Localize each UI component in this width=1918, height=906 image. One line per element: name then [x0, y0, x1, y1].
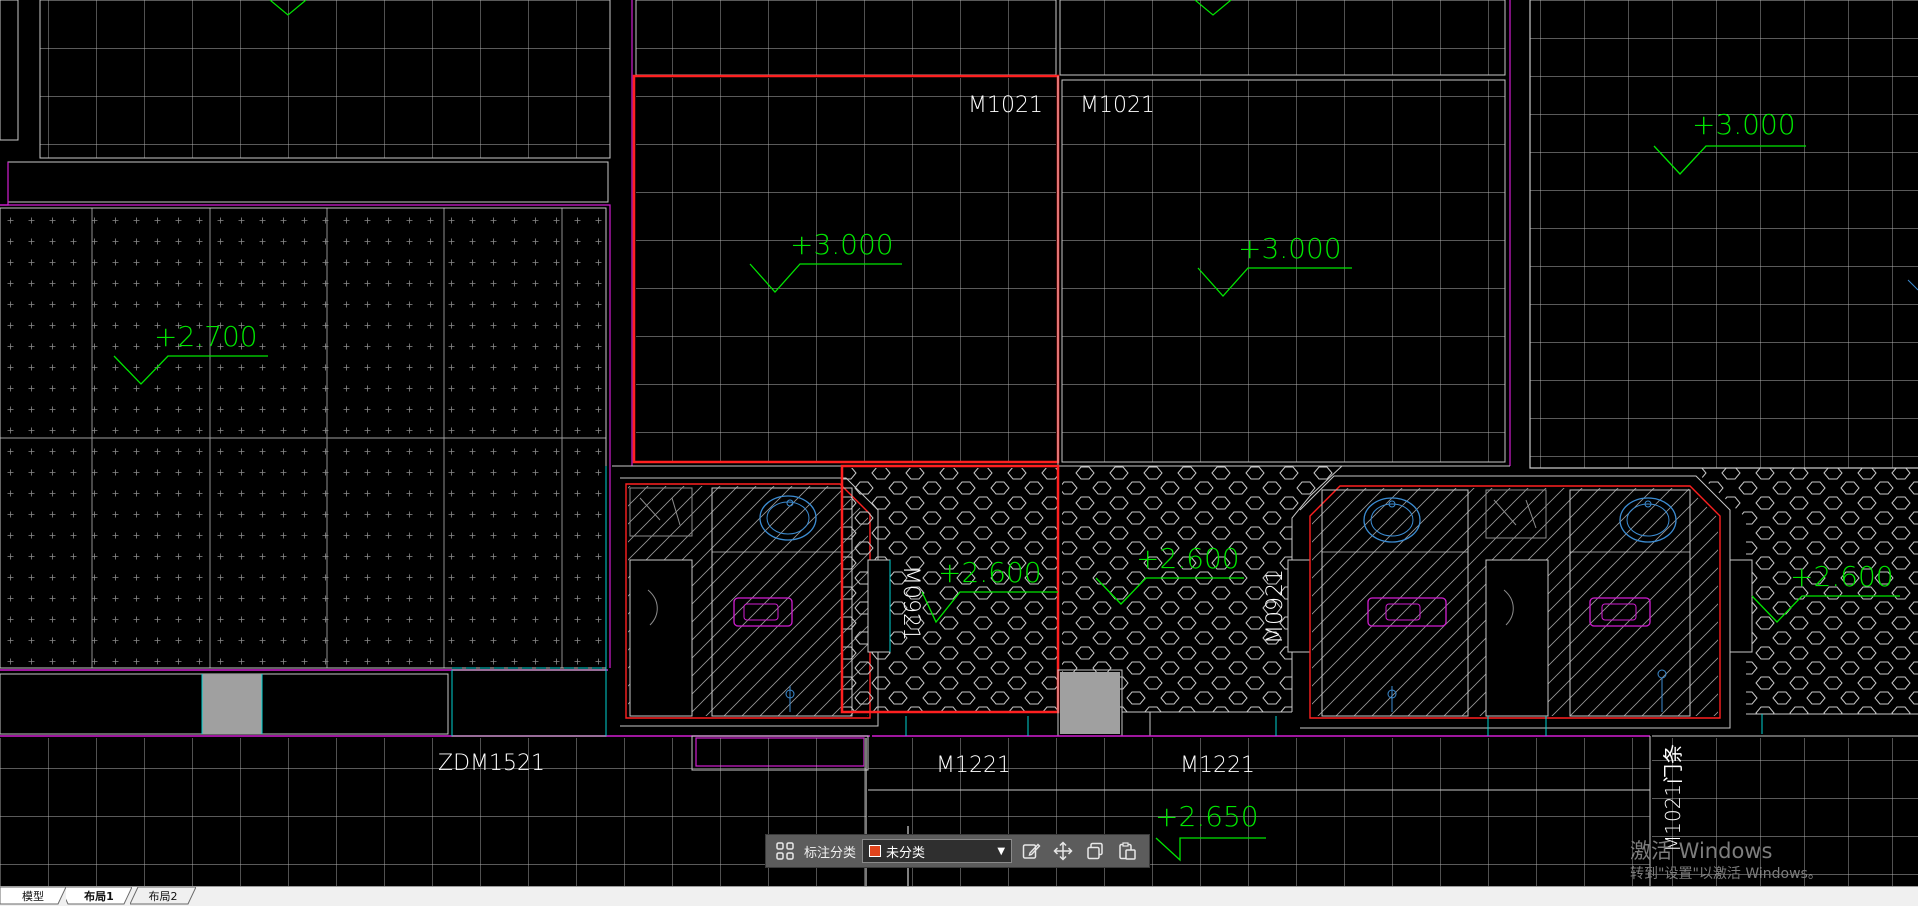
layout-tab-bar: 模型 布局1 布局2: [0, 886, 1918, 906]
door-label-m0921-left: M0921: [898, 566, 923, 641]
cad-application: +3.000 +3.000 +3.000 +2.700 +2.600 +2.60…: [0, 0, 1918, 906]
edit-icon[interactable]: [1018, 838, 1044, 864]
middle-right-room-grid: [1062, 80, 1505, 462]
elevation-label: +2.600: [1790, 560, 1894, 593]
column-block-middle: [1060, 672, 1120, 734]
door-label-m1221-left: M1221: [936, 753, 1011, 778]
grid-icon[interactable]: [772, 838, 798, 864]
tab-model[interactable]: 模型: [0, 887, 66, 905]
tab-label: 模型: [22, 890, 44, 903]
tab-layout-2[interactable]: 布局2: [130, 887, 196, 905]
copy-icon[interactable]: [1082, 838, 1108, 864]
tab-layout-1[interactable]: 布局1: [66, 887, 132, 905]
door-label-m1021-left: M1021: [968, 93, 1043, 118]
door-label-m0921-right: M0921: [1263, 569, 1288, 644]
column-block-left: [202, 674, 262, 734]
door-label-m1221-right: M1221: [1180, 753, 1255, 778]
door-label-m1021-strip: M1021门条: [1661, 744, 1685, 852]
far-right-room-grid: [1530, 0, 1918, 468]
elevation-label: +2.650: [1155, 800, 1259, 833]
chevron-down-icon: ▼: [997, 845, 1006, 857]
bottom-left-grid: [0, 738, 866, 886]
elevation-label: +2.600: [938, 556, 1042, 589]
elevation-label: +3.000: [790, 228, 894, 261]
paste-icon[interactable]: [1114, 838, 1140, 864]
elevation-label: +2.600: [1136, 542, 1240, 575]
category-label: 标注分类: [804, 845, 857, 861]
annotation-toolbar: 标注分类 未分类 ▼: [765, 834, 1150, 868]
bottom-right-grid: [1652, 738, 1918, 886]
door-label-m1021-right: M1021: [1080, 93, 1155, 118]
door-label-zdm1521: ZDM1521: [438, 751, 545, 776]
top-left-room-grid: [40, 0, 610, 158]
elevation-label: +3.000: [1238, 232, 1342, 265]
category-dropdown[interactable]: 未分类 ▼: [862, 839, 1013, 863]
cad-drawing-canvas[interactable]: +3.000 +3.000 +3.000 +2.700 +2.600 +2.60…: [0, 0, 1918, 886]
selected-room-grid: [636, 78, 1056, 462]
tab-label: 布局2: [148, 890, 178, 903]
category-color-swatch: [869, 845, 882, 857]
elevation-label: +3.000: [1692, 108, 1796, 141]
category-dropdown-value: 未分类: [886, 845, 926, 861]
tab-label: 布局1: [84, 890, 114, 903]
elevation-label: +2.700: [154, 320, 258, 353]
move-icon[interactable]: [1050, 838, 1076, 864]
